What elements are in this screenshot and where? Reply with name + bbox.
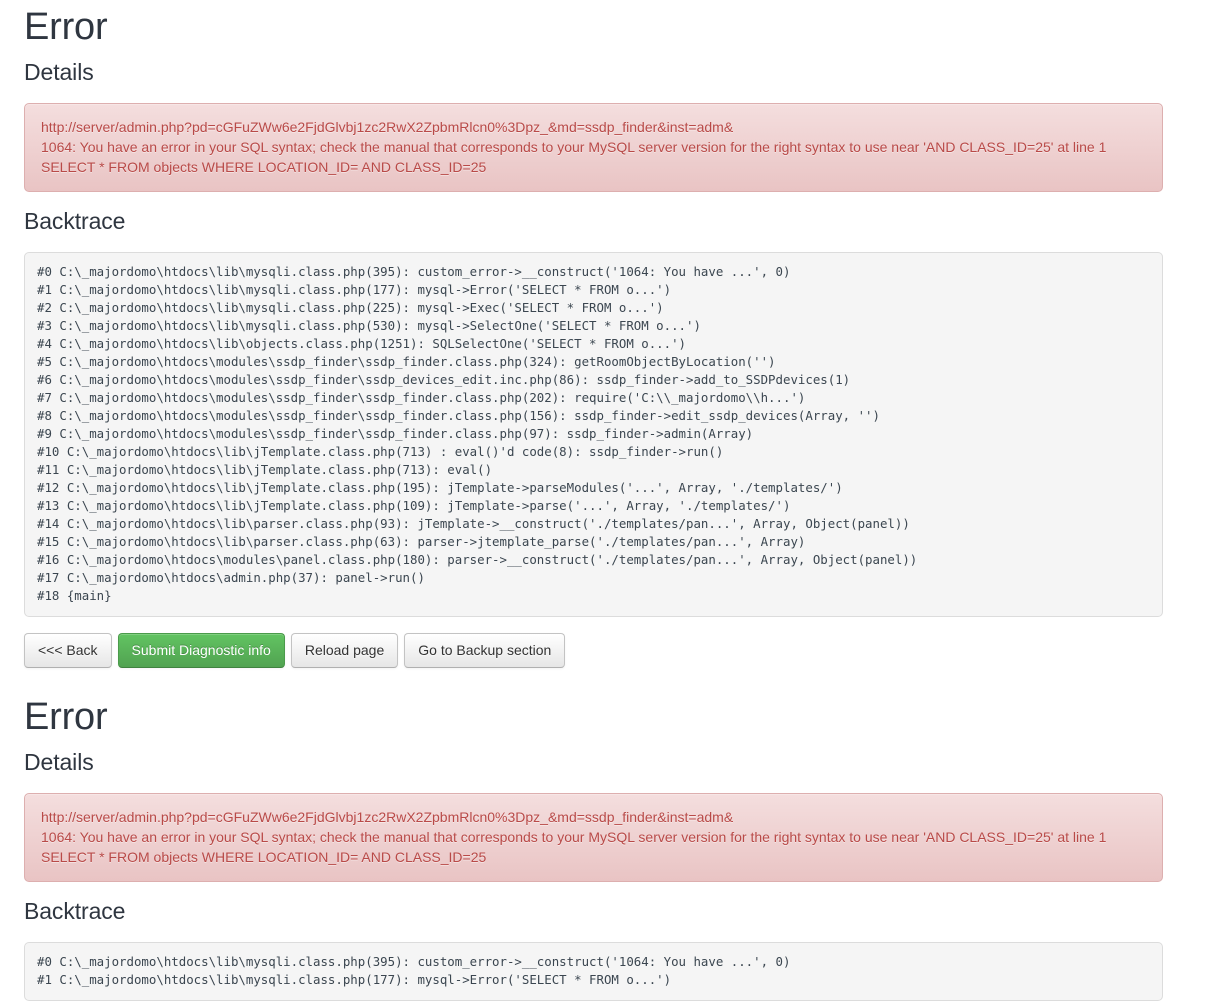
details-heading-2: Details: [24, 749, 94, 775]
details-heading: Details: [24, 59, 94, 85]
action-button-row: <<< Back Submit Diagnostic info Reload p…: [24, 633, 1201, 668]
alert-line-url: http://server/admin.php?pd=cGFuZWw6e2Fjd…: [41, 119, 734, 135]
error-details-alert-2: http://server/admin.php?pd=cGFuZWw6e2Fjd…: [24, 793, 1163, 882]
error-section-1: Error Details http://server/admin.php?pd…: [0, 0, 1225, 668]
backtrace-box-2: #0 C:\_majordomo\htdocs\lib\mysqli.class…: [24, 942, 1163, 1001]
backtrace-text-2: #0 C:\_majordomo\htdocs\lib\mysqli.class…: [37, 954, 791, 987]
error-section-2: Error Details http://server/admin.php?pd…: [0, 690, 1225, 1001]
alert-line-sql-error: 1064: You have an error in your SQL synt…: [41, 139, 1107, 155]
alert-line-url-2: http://server/admin.php?pd=cGFuZWw6e2Fjd…: [41, 809, 734, 825]
alert-line-query-2: SELECT * FROM objects WHERE LOCATION_ID=…: [41, 849, 487, 865]
page-title-2: Error: [24, 696, 108, 738]
error-page: Error Details http://server/admin.php?pd…: [0, 0, 1225, 1001]
backtrace-heading: Backtrace: [24, 208, 126, 234]
backtrace-heading-2: Backtrace: [24, 898, 126, 924]
reload-page-button[interactable]: Reload page: [290, 633, 399, 668]
submit-diagnostic-info-button[interactable]: Submit Diagnostic info: [117, 633, 285, 668]
back-button[interactable]: <<< Back: [24, 633, 112, 668]
alert-line-query: SELECT * FROM objects WHERE LOCATION_ID=…: [41, 159, 487, 175]
section-divider: [0, 668, 1225, 690]
go-to-backup-section-button[interactable]: Go to Backup section: [404, 633, 566, 668]
alert-line-sql-error-2: 1064: You have an error in your SQL synt…: [41, 829, 1107, 845]
page-title: Error: [24, 6, 108, 48]
error-details-alert: http://server/admin.php?pd=cGFuZWw6e2Fjd…: [24, 103, 1163, 192]
backtrace-box: #0 C:\_majordomo\htdocs\lib\mysqli.class…: [24, 252, 1163, 617]
backtrace-text: #0 C:\_majordomo\htdocs\lib\mysqli.class…: [37, 264, 918, 603]
